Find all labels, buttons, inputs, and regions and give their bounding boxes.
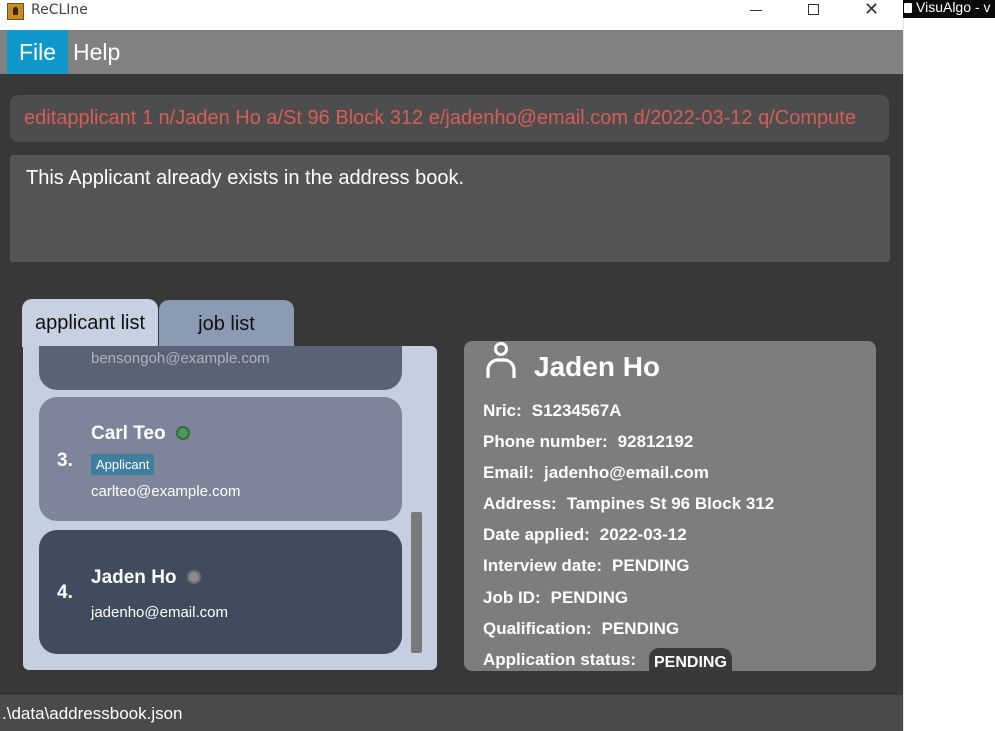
detail-job-id: Job ID: PENDING [483, 588, 628, 608]
detail-label: Email: [483, 463, 535, 482]
detail-application-status: Application status: [483, 650, 636, 670]
detail-value: PENDING [612, 556, 690, 575]
detail-label: Job ID: [483, 588, 541, 607]
tab-applicant-list[interactable]: applicant list [22, 299, 158, 347]
background-window-title: VisuAlgo - v [916, 0, 991, 15]
detail-label: Application status: [483, 650, 637, 669]
detail-interview-date: Interview date: PENDING [483, 556, 690, 576]
detail-label: Address: [483, 494, 557, 513]
applicant-detail-panel: Jaden Ho Nric: S1234567A Phone number: 928… [464, 341, 876, 671]
status-dot-icon [176, 426, 190, 440]
result-display[interactable]: This Applicant already exists in the add… [10, 155, 890, 262]
detail-value: S1234567A [531, 401, 622, 420]
maximize-icon [808, 4, 819, 15]
detail-value: jadenho@email.com [544, 463, 709, 482]
page-icon [904, 3, 912, 13]
close-button[interactable]: ✕ [843, 0, 901, 30]
applicant-email: jadenho@email.com [91, 604, 228, 621]
status-bar: .\data\addressbook.json [0, 695, 903, 731]
menu-bar: File Help [0, 30, 903, 74]
applicant-email: carlteo@example.com [91, 483, 241, 500]
detail-address: Address: Tampines St 96 Block 312 [483, 494, 774, 514]
detail-label: Qualification: [483, 619, 592, 638]
window-title: ReCLIne [31, 2, 88, 18]
list-scrollbar[interactable] [411, 512, 422, 653]
tab-job-list[interactable]: job list [159, 300, 294, 347]
applicant-list-panel[interactable]: bensongoh@example.com 3. Carl Teo Applic… [23, 346, 437, 670]
divider [903, 18, 904, 731]
app-logo-icon [7, 3, 24, 20]
detail-nric: Nric: S1234567A [483, 401, 622, 421]
applicant-index: 4. [57, 582, 73, 603]
minimize-button[interactable] [727, 0, 785, 30]
detail-value: PENDING [550, 588, 629, 607]
person-icon [484, 341, 518, 386]
list-item[interactable]: 3. Carl Teo Applicant carlteo@example.co… [39, 397, 402, 521]
detail-value: Tampines St 96 Block 312 [566, 494, 775, 513]
detail-phone: Phone number: 92812192 [483, 432, 693, 452]
data-file-path: .\data\addressbook.json [2, 704, 183, 723]
maximize-button[interactable] [785, 0, 843, 30]
command-text: editapplicant 1 n/Jaden Ho a/St 96 Block… [24, 107, 856, 129]
list-item[interactable]: 4. Jaden Ho jadenho@email.com [39, 530, 402, 654]
detail-label: Nric: [483, 401, 522, 420]
title-bar: ReCLIne ✕ [0, 0, 903, 31]
detail-value: 92812192 [617, 432, 694, 451]
menu-file[interactable]: File [7, 30, 69, 74]
detail-date-applied: Date applied: 2022-03-12 [483, 525, 687, 545]
role-tag: Applicant [91, 454, 155, 475]
applicant-name: Jaden Ho [91, 567, 177, 588]
list-item[interactable]: bensongoh@example.com [39, 346, 402, 390]
command-input[interactable]: editapplicant 1 n/Jaden Ho a/St 96 Block… [10, 95, 889, 142]
detail-label: Interview date: [483, 556, 603, 575]
detail-email: Email: jadenho@email.com [483, 463, 709, 483]
detail-label: Phone number: [483, 432, 608, 451]
detail-label: Date applied: [483, 525, 590, 544]
applicant-name: Carl Teo [91, 423, 166, 444]
applicant-email: bensongoh@example.com [91, 350, 270, 367]
detail-value: 2022-03-12 [599, 525, 687, 544]
detail-name: Jaden Ho [534, 351, 661, 382]
applicant-index: 3. [57, 450, 73, 471]
result-message: This Applicant already exists in the add… [26, 167, 465, 189]
minimize-icon [750, 10, 762, 11]
app-window: ReCLIne ✕ File Help editapplicant 1 n/Ja… [0, 0, 903, 731]
menu-help[interactable]: Help [60, 30, 133, 74]
detail-qualification: Qualification: PENDING [483, 619, 679, 639]
background-window-titlebar[interactable]: VisuAlgo - v [903, 0, 995, 18]
close-icon: ✕ [864, 0, 880, 20]
application-status-badge: PENDING [649, 648, 732, 671]
detail-value: PENDING [601, 619, 680, 638]
status-dot-icon [187, 570, 201, 584]
background-window[interactable]: VisuAlgo - v [903, 0, 995, 731]
